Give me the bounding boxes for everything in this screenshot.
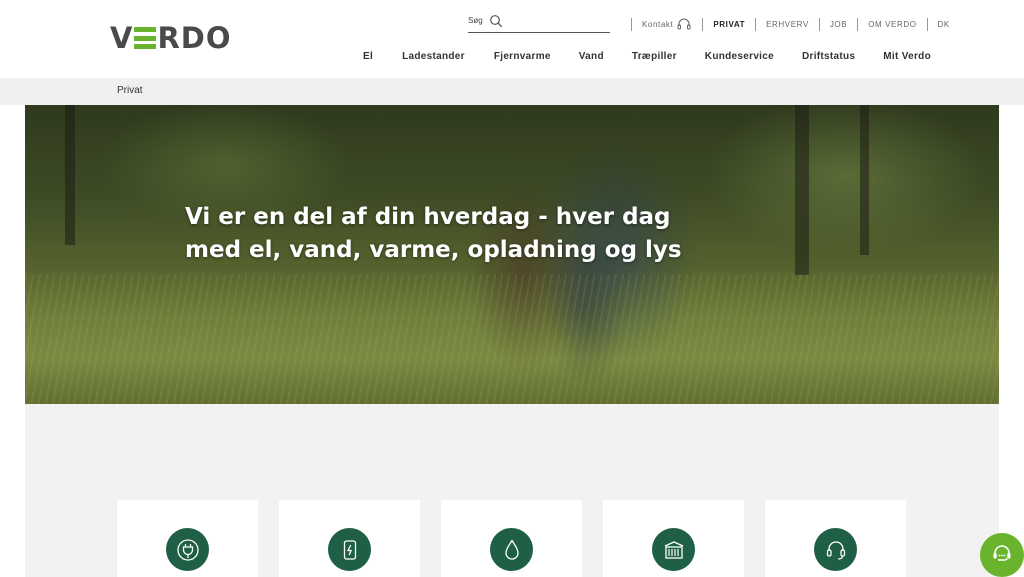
- card-icon-circle: [490, 528, 533, 571]
- contact-link[interactable]: Kontakt: [642, 17, 692, 31]
- water-drop-icon: [504, 538, 519, 560]
- logo-text-end: RDO: [157, 21, 232, 55]
- main-nav: El Ladestander Fjernvarme Vand Træpiller…: [363, 51, 931, 62]
- privat-link[interactable]: PRIVAT: [713, 20, 745, 29]
- service-card-kundeservice[interactable]: [765, 500, 906, 577]
- hero-title-line2: med el, vand, varme, opladning og lys: [185, 237, 682, 263]
- card-icon-circle: [652, 528, 695, 571]
- hero-title: Vi er en del af din hverdag - hver dag m…: [185, 201, 705, 267]
- top-links: Kontakt PRIVAT ERHVERV JOB OM VERDO DK: [621, 17, 950, 31]
- nav-item-traepiller[interactable]: Træpiller: [632, 51, 677, 62]
- search-icon[interactable]: [489, 14, 503, 28]
- headset-icon: [677, 18, 691, 30]
- breadcrumb[interactable]: Privat: [117, 85, 143, 96]
- logo-e-mark: [134, 27, 157, 49]
- divider: [631, 17, 632, 31]
- tree-trunk: [65, 105, 75, 245]
- card-icon-circle: [328, 528, 371, 571]
- site-header: V RDO Søg Kontakt PRIVAT ERHVERV JOB OM …: [0, 0, 1024, 78]
- nav-item-fjernvarme[interactable]: Fjernvarme: [494, 51, 551, 62]
- card-icon-circle: [166, 528, 209, 571]
- nav-item-kundeservice[interactable]: Kundeservice: [705, 51, 774, 62]
- service-card-fjernvarme[interactable]: [603, 500, 744, 577]
- plug-icon: [176, 538, 199, 561]
- grass-foreground: [25, 274, 999, 404]
- job-link[interactable]: JOB: [830, 20, 847, 29]
- search-field[interactable]: Søg: [468, 14, 610, 33]
- nav-item-driftstatus[interactable]: Driftstatus: [802, 51, 855, 62]
- heating-radiator-icon: [664, 540, 683, 559]
- service-card-el[interactable]: [117, 500, 258, 577]
- om-verdo-link[interactable]: OM VERDO: [868, 20, 916, 29]
- hero-title-line1: Vi er en del af din hverdag - hver dag: [185, 204, 671, 230]
- nav-item-ladestander[interactable]: Ladestander: [402, 51, 465, 62]
- verdo-logo[interactable]: V RDO: [110, 21, 232, 55]
- language-link[interactable]: DK: [938, 20, 950, 29]
- nav-item-mit-verdo[interactable]: Mit Verdo: [883, 51, 931, 62]
- erhverv-link[interactable]: ERHVERV: [766, 20, 809, 29]
- contact-label: Kontakt: [642, 19, 674, 29]
- breadcrumb-bar: Privat: [0, 78, 1024, 105]
- nav-item-el[interactable]: El: [363, 51, 373, 62]
- divider: [857, 17, 859, 31]
- logo-text-start: V: [110, 21, 134, 55]
- search-label: Søg: [468, 16, 483, 25]
- headset-icon: [826, 540, 845, 560]
- tree-trunk: [860, 105, 869, 255]
- nav-item-vand[interactable]: Vand: [579, 51, 604, 62]
- divider: [818, 17, 820, 31]
- service-card-ladestander[interactable]: [279, 500, 420, 577]
- tree-trunk: [795, 105, 809, 275]
- service-card-vand[interactable]: [441, 500, 582, 577]
- divider: [926, 17, 928, 31]
- divider: [702, 17, 704, 31]
- charging-station-icon: [343, 539, 356, 560]
- chat-icon: [993, 545, 1011, 561]
- divider: [755, 17, 757, 31]
- card-icon-circle: [814, 528, 857, 571]
- chat-button[interactable]: [980, 533, 1024, 577]
- hero-banner: Vi er en del af din hverdag - hver dag m…: [25, 105, 999, 404]
